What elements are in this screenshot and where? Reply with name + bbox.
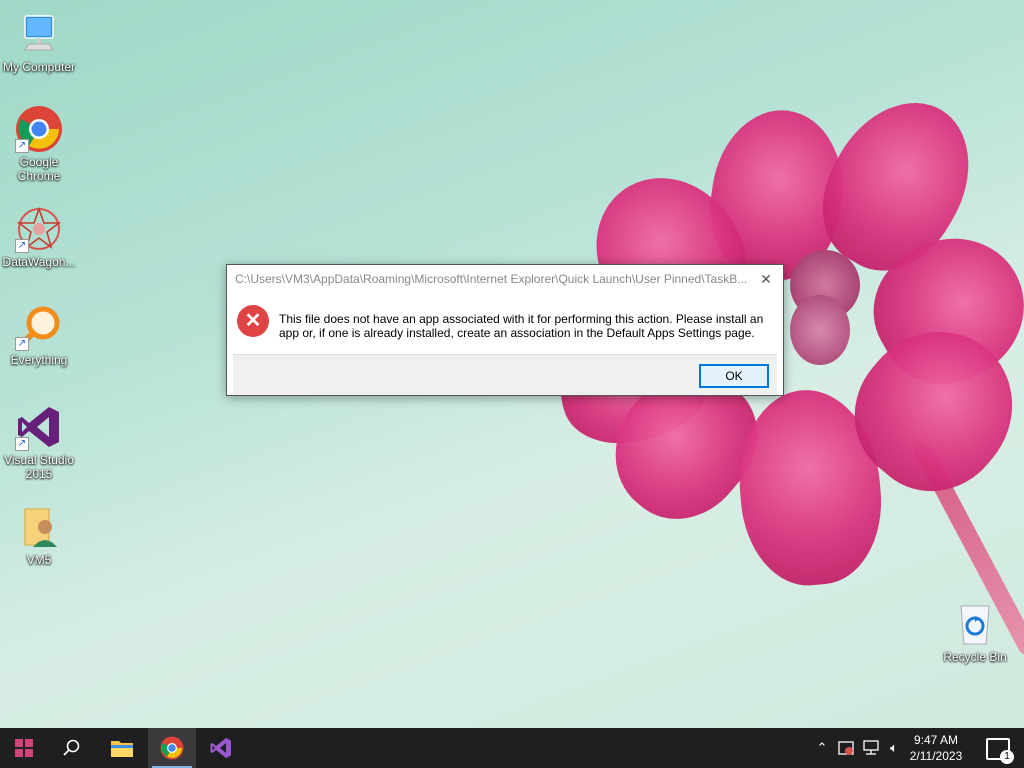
desktop-icon-label: My Computer [2,60,76,74]
notification-badge: 1 [1000,750,1014,764]
tray-network-icon[interactable] [860,728,882,768]
chrome-icon [160,736,184,760]
datawagon-icon: ↗ [15,205,63,253]
start-button[interactable] [0,728,48,768]
close-button[interactable]: ✕ [755,269,777,289]
search-icon [63,739,80,756]
error-icon: ✕ [237,305,269,337]
desktop-icon-label: Google Chrome [17,155,61,183]
desktop-icon-my-computer[interactable]: My Computer [1,10,77,74]
desktop-icon-label: Visual Studio 2015 [4,453,74,481]
visual-studio-icon: ↗ [15,403,63,451]
dialog-title: C:\Users\VM3\AppData\Roaming\Microsoft\I… [235,272,748,286]
shortcut-arrow-icon: ↗ [15,437,29,451]
taskbar-visual-studio[interactable] [197,728,245,768]
taskbar-chrome[interactable] [148,728,196,768]
desktop-icon-label: VM5 [26,553,52,567]
shortcut-arrow-icon: ↗ [15,337,29,351]
flower-center [790,295,850,365]
desktop-icon-label: Recycle Bin [943,650,1007,664]
magnifier-icon: ↗ [15,303,63,351]
user-folder-icon [15,503,63,551]
chrome-icon: ↗ [15,105,63,153]
dialog-footer: OK [233,354,777,395]
tray-security-icon[interactable] [836,728,856,768]
desktop-icon-vm5[interactable]: VM5 [1,503,77,567]
ok-button[interactable]: OK [699,364,769,388]
clock-date: 2/11/2023 [909,749,963,763]
search-button[interactable] [48,728,96,768]
desktop-icon-visual-studio[interactable]: ↗ Visual Studio 2015 [1,403,77,481]
dialog-body: ✕ This file does not have an app associa… [227,293,783,353]
tray-volume-icon[interactable]: 🔈︎ [884,728,904,768]
desktop-icon-recycle-bin[interactable]: Recycle Bin [937,600,1013,664]
visual-studio-icon [210,738,231,758]
desktop-icon-everything[interactable]: ↗ Everything [1,303,77,367]
dialog-message: This file does not have an app associate… [279,312,764,340]
desktop-icon-google-chrome[interactable]: ↗ Google Chrome [1,105,77,183]
error-dialog: C:\Users\VM3\AppData\Roaming\Microsoft\I… [226,264,784,396]
folder-icon [111,741,133,757]
chevron-up-icon: ⌃ [816,740,828,755]
taskbar-file-explorer[interactable] [98,728,146,768]
clock-time: 9:47 AM [913,733,959,747]
clock[interactable]: 9:47 AM 2/11/2023 [904,732,968,764]
windows-logo-icon [15,739,33,757]
shortcut-arrow-icon: ↗ [15,139,29,153]
recycle-bin-icon [951,600,999,648]
shortcut-arrow-icon: ↗ [15,239,29,253]
shield-icon [838,741,854,755]
desktop-icon-label: Everything [10,353,68,367]
show-hidden-icons-button[interactable]: ⌃ [812,728,832,768]
monitor-icon [15,10,63,58]
desktop-icon-datawagon[interactable]: ↗ DataWagon... [1,205,77,269]
network-icon [863,740,879,755]
taskbar: ⌃ 🔈︎ 9:47 AM 2/11/2023 1 [0,728,1024,768]
desktop-icon-label: DataWagon... [2,255,76,269]
speaker-icon: 🔈︎ [890,740,898,755]
